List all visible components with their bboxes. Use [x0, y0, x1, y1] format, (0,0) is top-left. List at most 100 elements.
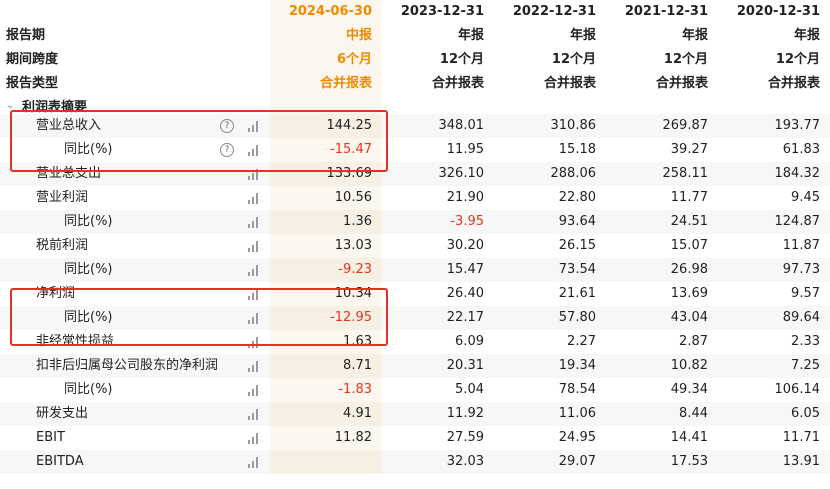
- value-cell: 39.27: [670, 142, 708, 157]
- header-date-row: 2024-06-30 2023-12-31 2022-12-31 2021-12-31…: [0, 0, 830, 24]
- header-cell: 合并报表: [431, 76, 484, 91]
- value-cell: 11.92: [446, 406, 484, 421]
- row-label: 同比(%): [64, 214, 113, 229]
- value-cell: 26.40: [446, 286, 484, 301]
- table-row[interactable]: EBIT 11.82 27.59 24.95 14.41 11.71: [0, 426, 830, 450]
- bar-chart-icon[interactable]: [248, 432, 260, 444]
- row-label: 报告期: [6, 28, 46, 43]
- financial-table: 2024-06-30 2023-12-31 2022-12-31 2021-12-31…: [0, 0, 830, 489]
- row-label: 研发支出: [36, 406, 89, 421]
- value-cell: 124.87: [774, 214, 821, 229]
- value-cell: 57.80: [558, 310, 596, 325]
- value-cell: 15.07: [670, 238, 708, 253]
- row-label: 同比(%): [64, 262, 113, 277]
- value-cell: 93.64: [558, 214, 596, 229]
- bar-chart-icon[interactable]: [248, 408, 260, 420]
- value-cell: 13.91: [782, 454, 820, 469]
- header-cell: 12个月: [439, 52, 484, 67]
- header-cell: 6个月: [270, 48, 382, 72]
- table-row[interactable]: 税前利润 13.03 30.20 26.15 15.07 11.87: [0, 234, 830, 258]
- value-cell: 258.11: [662, 166, 709, 181]
- bar-chart-icon[interactable]: [248, 192, 260, 204]
- value-cell: 2.27: [567, 334, 596, 349]
- value-cell: 32.03: [446, 454, 484, 469]
- value-cell: 11.87: [782, 238, 820, 253]
- value-cell: 326.10: [438, 166, 485, 181]
- value-cell: 310.86: [550, 118, 597, 133]
- bar-chart-icon[interactable]: [248, 216, 260, 228]
- value-cell: 11.06: [558, 406, 596, 421]
- bar-chart-icon[interactable]: [248, 240, 260, 252]
- table-row[interactable]: 同比(%) -1.83 5.04 78.54 49.34 106.14: [0, 378, 830, 402]
- row-label: 营业利润: [36, 190, 89, 205]
- value-cell: 11.82: [270, 426, 382, 450]
- value-cell: -9.23: [270, 258, 382, 282]
- value-cell: 2.33: [791, 334, 820, 349]
- header-cell: 年报: [793, 28, 820, 43]
- header-cell: 合并报表: [270, 72, 382, 96]
- header-cell: 12个月: [551, 52, 596, 67]
- row-label: 同比(%): [64, 382, 113, 397]
- value-cell: 1.36: [270, 210, 382, 234]
- value-cell: 193.77: [774, 118, 821, 133]
- highlight-box: [10, 288, 388, 346]
- value-cell: 73.54: [558, 262, 596, 277]
- row-label: 期间跨度: [6, 52, 59, 67]
- bar-chart-icon[interactable]: [248, 456, 260, 468]
- value-cell: 24.95: [558, 430, 596, 445]
- value-cell: 17.53: [670, 454, 708, 469]
- table-row[interactable]: EBITDA 32.03 29.07 17.53 13.91: [0, 450, 830, 474]
- header-cell: 合并报表: [543, 76, 596, 91]
- row-label: 扣非后归属母公司股东的净利润: [36, 358, 219, 373]
- value-cell: 19.34: [558, 358, 596, 373]
- value-cell: 8.71: [270, 354, 382, 378]
- header-meta-row: 期间跨度 6个月 12个月 12个月 12个月 12个月: [0, 48, 830, 72]
- header-cell: 12个月: [775, 52, 820, 67]
- value-cell: 348.01: [438, 118, 485, 133]
- value-cell: 22.17: [446, 310, 484, 325]
- value-cell: 15.18: [558, 142, 596, 157]
- value-cell: 27.59: [446, 430, 484, 445]
- column-date: 2023-12-31: [400, 4, 484, 19]
- header-cell: 中报: [270, 24, 382, 48]
- column-date: 2020-12-31: [736, 4, 820, 19]
- row-label: 税前利润: [36, 238, 89, 253]
- value-cell: 7.25: [791, 358, 820, 373]
- value-cell: 49.34: [670, 382, 708, 397]
- column-date: 2021-12-31: [624, 4, 708, 19]
- bar-chart-icon[interactable]: [248, 264, 260, 276]
- highlight-box: [10, 110, 388, 172]
- table-row[interactable]: 扣非后归属母公司股东的净利润 8.71 20.31 19.34 10.82 7.25: [0, 354, 830, 378]
- header-cell: 合并报表: [655, 76, 708, 91]
- value-cell: 26.15: [558, 238, 596, 253]
- value-cell: -3.95: [450, 214, 484, 229]
- value-cell: 4.91: [270, 402, 382, 426]
- bar-chart-icon[interactable]: [248, 384, 260, 396]
- value-cell: 11.77: [670, 190, 708, 205]
- value-cell: 26.98: [670, 262, 708, 277]
- table-row[interactable]: 同比(%) 1.36 -3.95 93.64 24.51 124.87: [0, 210, 830, 234]
- value-cell: 13.03: [270, 234, 382, 258]
- value-cell: 6.09: [455, 334, 484, 349]
- value-cell: 30.20: [446, 238, 484, 253]
- value-cell: [270, 450, 382, 474]
- table-row[interactable]: 同比(%) -9.23 15.47 73.54 26.98 97.73: [0, 258, 830, 282]
- column-date: 2022-12-31: [512, 4, 596, 19]
- header-cell: 合并报表: [767, 76, 820, 91]
- value-cell: 11.95: [446, 142, 484, 157]
- bar-chart-icon[interactable]: [248, 360, 260, 372]
- value-cell: 5.04: [455, 382, 484, 397]
- table-row[interactable]: 营业利润 10.56 21.90 22.80 11.77 9.45: [0, 186, 830, 210]
- value-cell: 106.14: [774, 382, 821, 397]
- header-cell: 年报: [569, 28, 596, 43]
- value-cell: 288.06: [550, 166, 597, 181]
- column-date: 2024-06-30: [270, 0, 382, 24]
- value-cell: 6.05: [791, 406, 820, 421]
- table-row[interactable]: 研发支出 4.91 11.92 11.06 8.44 6.05: [0, 402, 830, 426]
- value-cell: 97.73: [782, 262, 820, 277]
- value-cell: 2.87: [679, 334, 708, 349]
- value-cell: 13.69: [670, 286, 708, 301]
- value-cell: 14.41: [670, 430, 708, 445]
- value-cell: 10.56: [270, 186, 382, 210]
- value-cell: 78.54: [558, 382, 596, 397]
